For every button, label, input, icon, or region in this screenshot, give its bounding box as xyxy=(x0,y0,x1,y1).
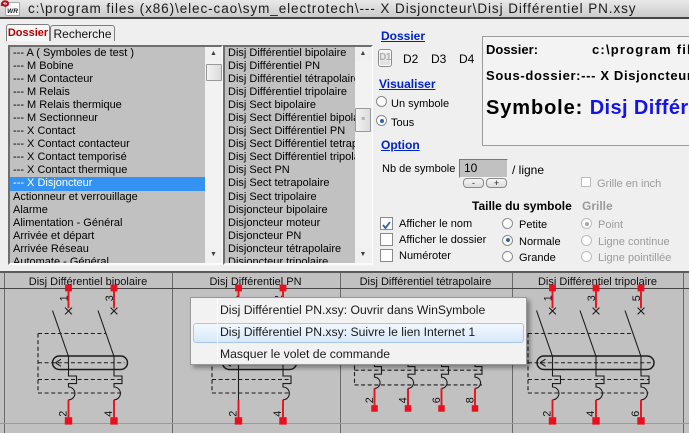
svg-text:4: 4 xyxy=(585,411,597,417)
svg-text:6: 6 xyxy=(431,397,443,403)
svg-text:1: 1 xyxy=(542,295,554,301)
svg-text:2: 2 xyxy=(364,397,376,403)
svg-text:2: 2 xyxy=(58,411,70,417)
svg-text:4: 4 xyxy=(103,411,115,417)
svg-text:5: 5 xyxy=(631,295,643,301)
svg-text:2: 2 xyxy=(542,411,554,417)
svg-text:4: 4 xyxy=(397,397,409,403)
svg-text:4: 4 xyxy=(272,411,284,417)
svg-text:2: 2 xyxy=(228,411,240,417)
svg-text:6: 6 xyxy=(630,411,642,417)
svg-text:3: 3 xyxy=(104,295,116,301)
svg-text:3: 3 xyxy=(586,295,598,301)
svg-text:1: 1 xyxy=(58,295,70,301)
svg-text:8: 8 xyxy=(464,397,476,403)
